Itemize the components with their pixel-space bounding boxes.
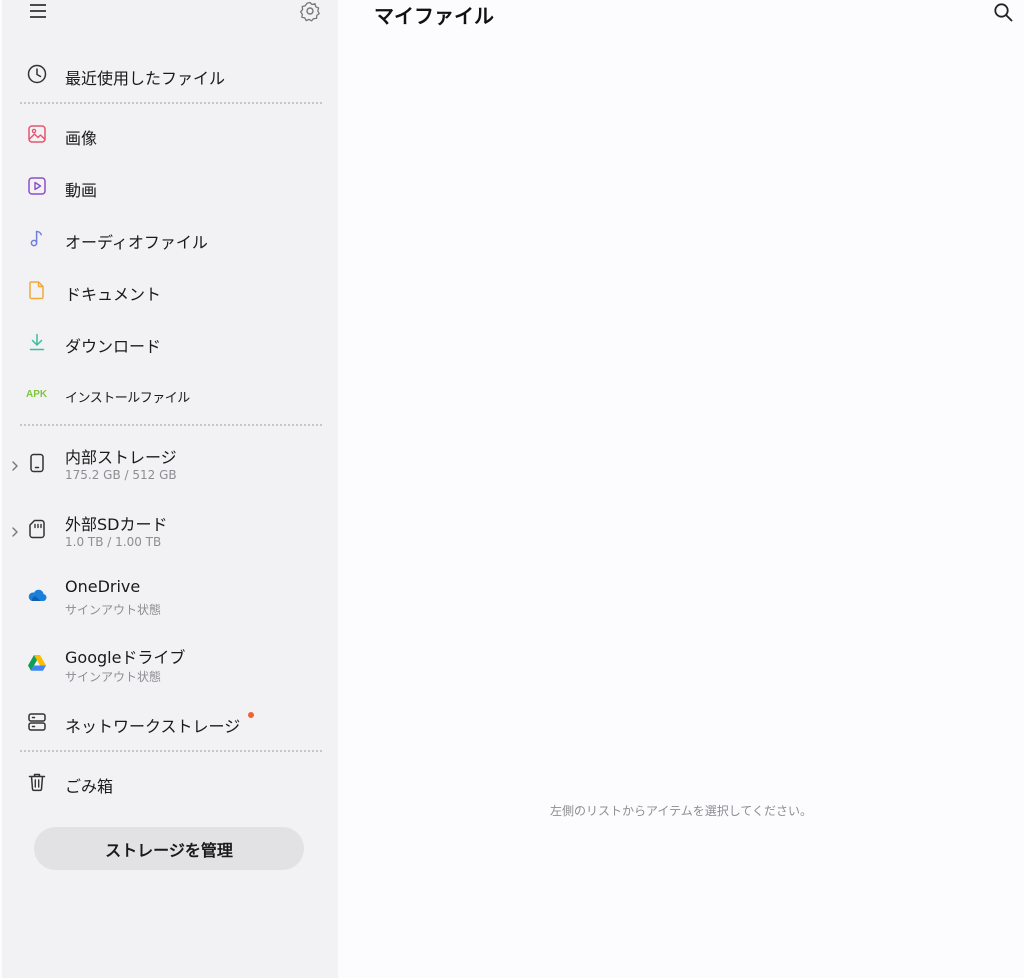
menu-button[interactable]	[26, 0, 50, 24]
sd-card-icon	[26, 518, 48, 540]
document-icon	[26, 279, 48, 301]
divider	[20, 750, 322, 752]
sidebar-item-label: インストールファイル	[65, 391, 190, 406]
google-drive-icon	[26, 651, 48, 673]
sidebar-item-videos[interactable]: 動画	[2, 172, 338, 202]
storage-usage: 1.0 TB / 1.00 TB	[65, 535, 162, 549]
menu-icon	[30, 4, 46, 18]
sidebar-item-downloads[interactable]: ダウンロード	[2, 328, 338, 358]
gear-icon	[299, 1, 320, 22]
phone-icon	[26, 452, 48, 474]
onedrive-cloud-icon	[26, 584, 48, 606]
page-title: マイファイル	[374, 4, 494, 28]
sidebar-item-audio[interactable]: オーディオファイル	[2, 224, 338, 254]
sidebar-item-label: 最近使用したファイル	[65, 69, 226, 88]
server-icon	[26, 711, 48, 733]
sidebar-item-label: オーディオファイル	[65, 233, 208, 252]
sidebar-item-label: Googleドライブ	[65, 648, 186, 667]
chevron-right-icon[interactable]	[10, 523, 20, 537]
image-icon	[26, 123, 48, 145]
sidebar-item-onedrive[interactable]: OneDrive サインアウト状態	[2, 573, 338, 621]
search-button[interactable]	[992, 1, 1014, 23]
main-panel: マイファイル 左側のリストからアイテムを選択してください。	[338, 0, 1024, 978]
sidebar-item-label: ドキュメント	[65, 285, 162, 304]
sidebar-item-label: 内部ストレージ	[65, 448, 177, 467]
sidebar-item-label: 外部SDカード	[65, 515, 168, 534]
sidebar-item-network-storage[interactable]: ネットワークストレージ	[2, 707, 338, 737]
settings-button[interactable]	[298, 0, 322, 24]
chevron-right-icon[interactable]	[10, 457, 20, 471]
sidebar-item-documents[interactable]: ドキュメント	[2, 276, 338, 306]
sidebar-item-label: ダウンロード	[65, 337, 162, 356]
sidebar-item-label: 動画	[65, 181, 98, 200]
divider	[20, 102, 322, 104]
sidebar-item-label: ネットワークストレージ	[65, 717, 241, 736]
apk-icon: APK	[26, 389, 48, 400]
video-icon	[26, 175, 48, 197]
sidebar-item-label: ごみ箱	[65, 777, 114, 796]
sidebar-item-label: 画像	[65, 129, 98, 148]
storage-usage: 175.2 GB / 512 GB	[65, 468, 177, 482]
music-note-icon	[26, 227, 48, 249]
clock-icon	[26, 63, 48, 85]
search-icon	[994, 3, 1013, 22]
account-status: サインアウト状態	[65, 603, 162, 617]
sidebar-item-google-drive[interactable]: Googleドライブ サインアウト状態	[2, 640, 338, 688]
empty-state-message: 左側のリストからアイテムを選択してください。	[549, 804, 813, 818]
sidebar: 最近使用したファイル 画像 動画 オーディオファイル ドキュメント ダウンロード…	[2, 0, 338, 978]
sidebar-item-images[interactable]: 画像	[2, 120, 338, 150]
sidebar-item-installation-files[interactable]: APK インストールファイル	[2, 380, 338, 410]
manage-storage-button[interactable]: ストレージを管理	[34, 827, 304, 870]
account-status: サインアウト状態	[65, 670, 162, 684]
new-badge-dot	[248, 712, 254, 718]
download-icon	[26, 331, 48, 353]
sidebar-item-sd-card[interactable]: 外部SDカード 1.0 TB / 1.00 TB	[2, 507, 338, 555]
sidebar-item-trash[interactable]: ごみ箱	[2, 768, 338, 798]
sidebar-item-recent[interactable]: 最近使用したファイル	[2, 60, 338, 90]
my-files-app: 最近使用したファイル 画像 動画 オーディオファイル ドキュメント ダウンロード…	[0, 0, 1024, 978]
sidebar-item-label: OneDrive	[65, 577, 141, 596]
divider	[20, 424, 322, 426]
sidebar-item-internal-storage[interactable]: 内部ストレージ 175.2 GB / 512 GB	[2, 440, 338, 488]
trash-icon	[26, 771, 48, 793]
